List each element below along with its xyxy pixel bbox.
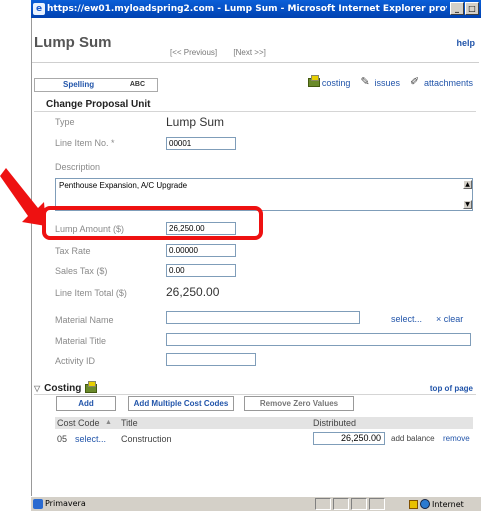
annotation-arrow — [0, 168, 46, 226]
divider — [32, 62, 479, 63]
row-select-link[interactable]: select... — [75, 434, 106, 444]
type-value: Lump Sum — [166, 115, 225, 129]
pager: [<< Previous] [Next >>] — [170, 48, 280, 57]
row-title: Construction — [121, 434, 172, 444]
collapse-triangle-icon[interactable]: ▽ — [34, 384, 40, 393]
scroll-down-icon[interactable]: ▼ — [463, 200, 472, 209]
remove-zero-values-button[interactable]: Remove Zero Values — [244, 396, 354, 411]
tax-rate-label: Tax Rate — [55, 246, 91, 256]
add-button[interactable]: Add — [56, 396, 116, 411]
costing-header[interactable]: ▽ Costing — [34, 381, 98, 394]
material-title-label: Material Title — [55, 336, 107, 346]
costing-table-header: Cost Code ▲ Title Distributed — [55, 417, 473, 429]
page-icon — [33, 499, 43, 509]
spelling-button[interactable]: Spelling ABC — [34, 78, 158, 92]
costing-icon — [307, 75, 320, 87]
material-name-label: Material Name — [55, 315, 114, 325]
issues-link-label: issues — [374, 77, 400, 88]
sales-tax-label: Sales Tax ($) — [55, 266, 108, 276]
description-label: Description — [55, 162, 101, 172]
help-link[interactable]: help — [456, 38, 475, 48]
attachments-link-label: attachments — [423, 77, 473, 88]
costing-link-label: costing — [321, 77, 351, 88]
table-row: 05 select... Construction 26,250.00 add … — [55, 431, 473, 447]
material-title-input[interactable] — [166, 333, 471, 346]
costing-section-icon — [85, 381, 98, 393]
zone-label: Internet — [432, 499, 464, 509]
issues-icon: ✎ — [360, 76, 370, 88]
costing-link[interactable]: costing — [307, 75, 351, 88]
maximize-button[interactable]: □ — [465, 2, 479, 15]
record-toolbar: costing ✎ issues ✐ attachments — [307, 75, 473, 88]
activity-id-input[interactable] — [166, 353, 256, 366]
status-cell — [369, 498, 385, 510]
material-name-input[interactable] — [166, 311, 360, 324]
activity-id-label: Activity ID — [55, 356, 96, 366]
material-clear-link[interactable]: × clear — [436, 314, 463, 324]
distributed-amount-input[interactable]: 26,250.00 — [313, 432, 385, 445]
scroll-up-icon[interactable]: ▲ — [463, 180, 472, 189]
next-link[interactable]: [Next >>] — [233, 48, 265, 57]
attachments-link[interactable]: ✐ attachments — [410, 77, 473, 88]
costing-title: Costing — [44, 383, 82, 394]
section-title: Change Proposal Unit — [46, 99, 151, 110]
attachments-icon: ✐ — [409, 76, 420, 88]
sales-tax-input[interactable]: 0.00 — [166, 264, 236, 277]
minimize-button[interactable]: _ — [450, 2, 464, 15]
highlight-box — [42, 206, 263, 240]
status-cell — [333, 498, 349, 510]
status-bar: Primavera Internet — [31, 496, 481, 511]
top-of-page-link[interactable]: top of page — [430, 384, 473, 393]
status-cell — [351, 498, 367, 510]
issues-link[interactable]: ✎ issues — [360, 77, 400, 88]
security-zone: Internet — [409, 499, 464, 509]
tax-rate-input[interactable]: 0.00000 — [166, 244, 236, 257]
remove-row-link[interactable]: remove — [443, 434, 470, 443]
sort-asc-icon[interactable]: ▲ — [105, 417, 112, 429]
line-total-label: Line Item Total ($) — [55, 288, 127, 298]
line-item-input[interactable]: 00001 — [166, 137, 236, 150]
window-title: https://ew01.myloadspring2.com - Lump Su… — [47, 4, 447, 14]
page-title: Lump Sum — [34, 34, 112, 51]
spellcheck-icon: ABC — [129, 81, 145, 88]
globe-icon — [420, 499, 430, 509]
row-cost-code: 05 — [57, 434, 68, 444]
add-multiple-cost-codes-button[interactable]: Add Multiple Cost Codes — [128, 396, 234, 411]
ie-icon: e — [33, 3, 45, 15]
lock-icon — [409, 499, 418, 509]
section-divider — [34, 111, 476, 112]
col-distributed: Distributed — [313, 418, 357, 428]
status-text: Primavera — [45, 499, 86, 508]
status-cell — [315, 498, 331, 510]
add-balance-link[interactable]: add balance — [391, 434, 435, 443]
line-total-value: 26,250.00 — [166, 285, 220, 299]
previous-link[interactable]: [<< Previous] — [170, 48, 217, 57]
spelling-label: Spelling — [63, 80, 95, 89]
line-item-label: Line Item No. * — [55, 138, 115, 148]
window-titlebar: e https://ew01.myloadspring2.com - Lump … — [31, 0, 481, 18]
costing-divider — [34, 394, 476, 395]
col-cost-code[interactable]: Cost Code — [57, 417, 100, 429]
material-select-link[interactable]: select... — [391, 314, 422, 324]
description-text: Penthouse Expansion, A/C Upgrade — [59, 181, 188, 190]
type-label: Type — [55, 117, 75, 127]
col-title: Title — [121, 418, 138, 428]
